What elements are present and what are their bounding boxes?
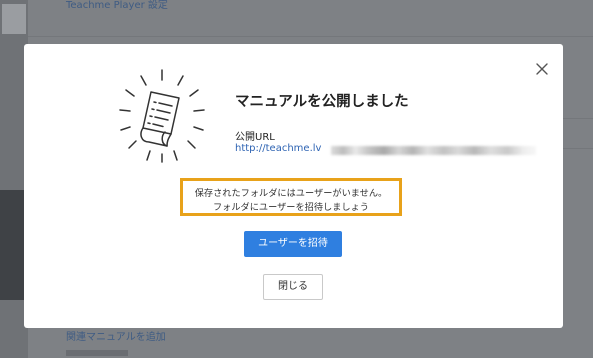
public-url-label: 公開URL	[235, 132, 275, 143]
public-url[interactable]: http://teachme.lv	[235, 143, 536, 157]
publish-complete-modal: マニュアルを公開しました 公開URL http://teachme.lv 保存さ…	[24, 44, 563, 328]
background-divider	[28, 36, 593, 37]
invite-user-button[interactable]: ユーザーを招待	[244, 231, 342, 257]
public-url-link[interactable]: http://teachme.lv	[235, 143, 321, 154]
no-users-notice: 保存されたフォルダにはユーザーがいません。 フォルダにユーザーを招待しましょう	[180, 178, 402, 216]
background-add-manual-link: 関連マニュアルを追加	[66, 332, 166, 343]
background-thumbnail	[2, 4, 26, 34]
redacted-url-segment	[331, 146, 536, 155]
close-icon[interactable]	[534, 61, 550, 77]
notice-text-line2: フォルダにユーザーを招待しましょう	[212, 202, 369, 213]
background-header-title: Teachme Player 設定	[66, 0, 168, 11]
published-document-icon	[117, 68, 207, 164]
background-placeholder-text	[66, 350, 128, 356]
notice-text-line1: 保存されたフォルダにはユーザーがいません。	[194, 188, 388, 199]
close-button[interactable]: 閉じる	[263, 274, 323, 300]
modal-title: マニュアルを公開しました	[235, 94, 409, 110]
